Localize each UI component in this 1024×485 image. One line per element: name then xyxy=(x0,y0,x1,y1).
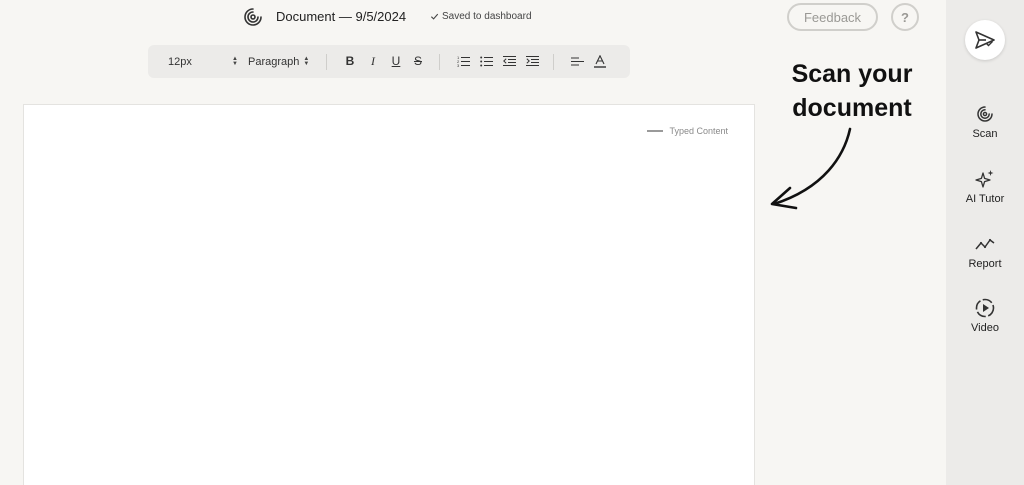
text-color-button[interactable] xyxy=(593,54,607,68)
scan-callout: Scan your document xyxy=(770,57,934,125)
checkmark-icon xyxy=(430,13,439,20)
toolbar-divider xyxy=(439,54,440,70)
block-type-value: Paragraph xyxy=(248,55,300,68)
bold-button[interactable]: B xyxy=(343,54,357,68)
callout-line-1: Scan your xyxy=(791,60,913,88)
document-title[interactable]: Document — 9/5/2024 xyxy=(276,9,406,24)
strikethrough-button[interactable]: S xyxy=(411,54,425,68)
select-arrows-icon: ▲ ▼ xyxy=(232,55,238,67)
right-sidebar: Scan AI Tutor Report Video xyxy=(946,0,1024,485)
align-left-icon xyxy=(570,57,584,66)
sidebar-item-label: Report xyxy=(968,258,1002,270)
brand-logo-icon xyxy=(244,8,262,26)
font-size-value: 12px xyxy=(168,55,192,68)
sidebar-item-ai-tutor[interactable]: AI Tutor xyxy=(946,169,1024,219)
help-button[interactable]: ? xyxy=(891,3,919,31)
outdent-button[interactable] xyxy=(502,54,516,68)
sparkles-icon xyxy=(975,170,994,188)
scan-icon xyxy=(977,106,993,122)
toolbar-divider xyxy=(326,54,327,70)
header: Document — 9/5/2024 Saved to dashboard F… xyxy=(0,0,946,34)
play-circle-icon xyxy=(975,298,995,318)
legend-swatch xyxy=(647,130,664,132)
send-button[interactable] xyxy=(965,20,1005,60)
text-color-icon xyxy=(594,54,606,68)
feedback-button[interactable]: Feedback xyxy=(787,3,878,31)
indent-button[interactable] xyxy=(525,54,539,68)
ordered-list-icon: 123 xyxy=(457,55,470,67)
align-left-button[interactable] xyxy=(570,54,584,68)
svg-text:3: 3 xyxy=(457,63,460,67)
callout-line-2: document xyxy=(792,94,912,122)
send-icon xyxy=(975,31,995,49)
select-arrows-icon: ▲ ▼ xyxy=(303,55,310,67)
callout-arrow-icon xyxy=(770,127,852,210)
toolbar-divider xyxy=(553,54,554,70)
chart-line-icon xyxy=(975,238,995,250)
bullet-list-icon xyxy=(479,56,493,67)
document-editor[interactable]: Typed Content xyxy=(23,104,755,485)
formatting-toolbar: 12px ▲ ▼ Paragraph ▲ ▼ B I U S 123 xyxy=(148,45,630,78)
save-status-text: Saved to dashboard xyxy=(442,11,532,22)
indent-icon xyxy=(525,56,539,66)
bullet-list-button[interactable] xyxy=(479,54,493,68)
block-type-select[interactable]: Paragraph ▲ ▼ xyxy=(248,45,316,78)
sidebar-item-video[interactable]: Video xyxy=(946,298,1024,348)
font-size-select[interactable]: 12px ▲ ▼ xyxy=(168,45,238,78)
sidebar-item-label: Scan xyxy=(972,128,998,140)
save-status: Saved to dashboard xyxy=(430,11,532,22)
sidebar-item-label: Video xyxy=(971,322,999,334)
legend-label: Typed Content xyxy=(669,126,728,136)
italic-button[interactable]: I xyxy=(366,54,380,68)
outdent-icon xyxy=(502,56,516,66)
ordered-list-button[interactable]: 123 xyxy=(456,54,470,68)
sidebar-item-scan[interactable]: Scan xyxy=(946,104,1024,154)
typed-content-legend: Typed Content xyxy=(647,126,728,136)
underline-button[interactable]: U xyxy=(389,54,403,68)
sidebar-item-report[interactable]: Report xyxy=(946,234,1024,284)
sidebar-item-label: AI Tutor xyxy=(965,193,1005,205)
